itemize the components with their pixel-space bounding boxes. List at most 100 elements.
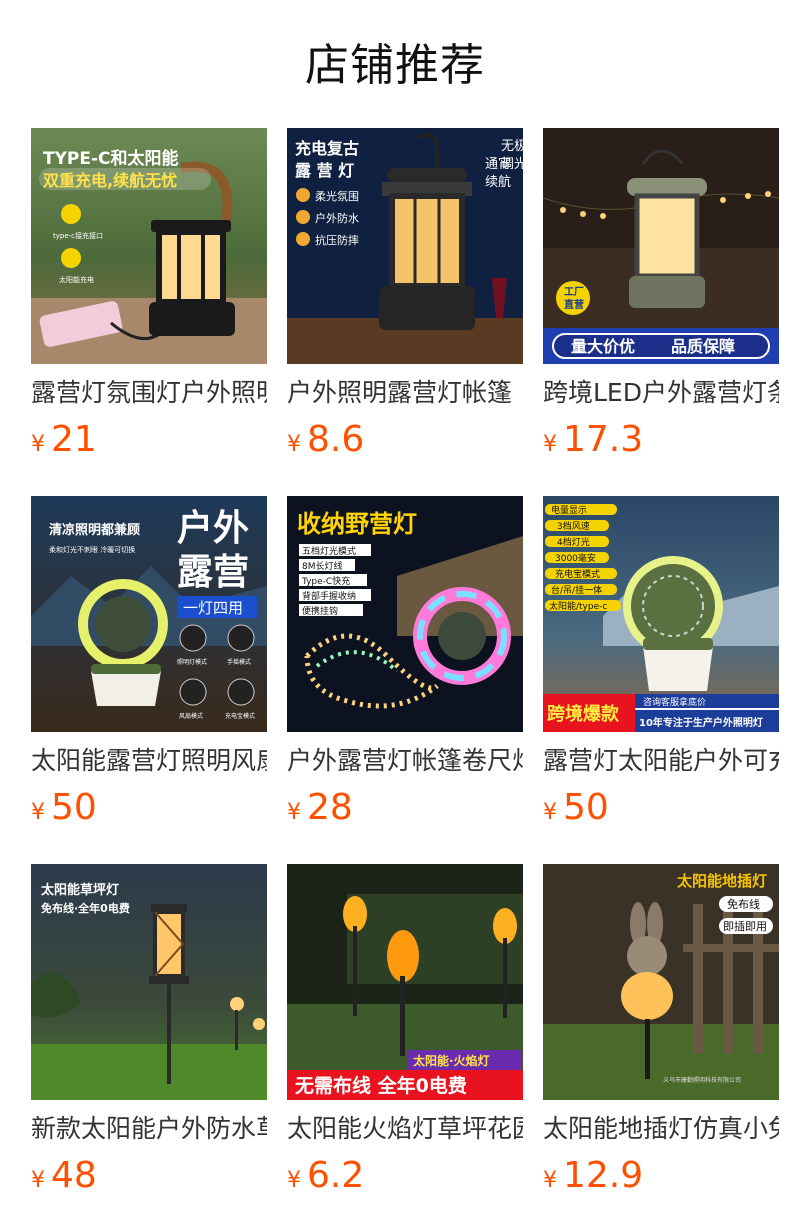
product-title[interactable]: 太阳能火焰灯草坪花园 <box>287 1112 523 1146</box>
image-text: 跨境爆款 <box>547 703 620 725</box>
image-text: Type-C快充 <box>301 575 350 587</box>
product-price: ¥50 <box>543 786 609 830</box>
product-card[interactable]: 太阳能草坪灯 免布线·全年0电费 新款太阳能户外防水草坪灯 ¥48 <box>31 864 267 1232</box>
product-title[interactable]: 跨境LED户外露营灯条 <box>543 376 779 410</box>
image-text: 10年专注于生产户外照明灯 <box>639 716 763 729</box>
image-text: 即插即用 <box>723 919 767 933</box>
image-text: 通宵 <box>485 156 511 172</box>
image-text: 手摇模式 <box>227 658 251 666</box>
product-title[interactable]: 太阳能地插灯仿真小兔子 <box>543 1112 779 1146</box>
currency-symbol: ¥ <box>543 432 557 457</box>
product-title[interactable]: 露营灯氛围灯户外照明 <box>31 376 267 410</box>
product-card[interactable]: 电量显示 3档风速 4档灯光 3000毫安 充电宝模式 台/吊/挂一体 太阳能/… <box>543 496 779 864</box>
product-title[interactable]: 新款太阳能户外防水草坪灯 <box>31 1112 267 1146</box>
product-image[interactable]: 太阳能草坪灯 免布线·全年0电费 <box>31 864 267 1100</box>
image-text: 充电复古 <box>295 139 359 158</box>
image-text: 柔光氛围 <box>315 189 359 203</box>
flame-light-image: 太阳能·火焰灯 无需布线 全年0电费 <box>287 864 523 1100</box>
image-text: 直营 <box>564 298 584 311</box>
image-text: 量大价优 <box>571 337 635 356</box>
rabbit-light-image: 太阳能地插灯 免布线 即插即用 义乌市康勤照明科技有限公司 <box>543 864 779 1100</box>
image-text: 太阳能·火焰灯 <box>413 1053 490 1068</box>
image-text: 户外 <box>177 508 249 549</box>
lantern-image: TYPE-C和太阳能 双重充电,续航无忧 type-c接充接口 太阳能充电 <box>31 128 267 364</box>
product-card[interactable]: 太阳能·火焰灯 无需布线 全年0电费 太阳能火焰灯草坪花园 ¥6.2 <box>287 864 523 1232</box>
product-title[interactable]: 户外照明露营灯帐篷 <box>287 376 523 410</box>
product-title[interactable]: 露营灯太阳能户外可充电 <box>543 744 779 778</box>
currency-symbol: ¥ <box>287 800 301 825</box>
image-text: type-c接充接口 <box>53 231 103 240</box>
price-value: 6.2 <box>307 1155 365 1196</box>
currency-symbol: ¥ <box>287 432 301 457</box>
image-text: 一灯四用 <box>183 599 243 617</box>
image-text: 续航 <box>485 174 511 190</box>
price-value: 21 <box>51 419 97 460</box>
product-image[interactable]: 收纳野营灯 五档灯光模式 8M长灯线 Type-C快充 背部手握收纳 便携挂钩 <box>287 496 523 732</box>
image-text: 太阳能地插灯 <box>677 872 767 890</box>
product-image[interactable]: 工厂 直营 量大价优 品质保障 <box>543 128 779 364</box>
image-text: 太阳能草坪灯 <box>40 882 119 898</box>
image-text: 充电宝模式 <box>555 568 600 580</box>
image-text: 双重充电,续航无忧 <box>43 171 177 190</box>
product-card[interactable]: 充电复古 露 营 灯 无极 调光 通宵 续航 柔光氛围 户外防水 抗压防摔 户外… <box>287 128 523 496</box>
price-value: 50 <box>51 787 97 828</box>
product-image[interactable]: 电量显示 3档风速 4档灯光 3000毫安 充电宝模式 台/吊/挂一体 太阳能/… <box>543 496 779 732</box>
price-value: 12.9 <box>563 1155 644 1196</box>
product-price: ¥8.6 <box>287 418 364 462</box>
image-text: 工厂 <box>564 286 584 298</box>
product-image[interactable]: 太阳能地插灯 免布线 即插即用 义乌市康勤照明科技有限公司 <box>543 864 779 1100</box>
image-text: 充电宝模式 <box>225 712 255 720</box>
image-text: TYPE-C和太阳能 <box>43 148 179 169</box>
fan-lamp-image: 清凉照明都兼顾 柔和灯光不刺眼 冷暖可切换 户外 露营 一灯四用 照明灯模式 手… <box>31 496 267 732</box>
product-title[interactable]: 户外露营灯帐篷卷尺灯 <box>287 744 523 778</box>
image-text: 露 营 灯 <box>295 161 354 180</box>
price-value: 17.3 <box>563 419 644 460</box>
image-text: 抗压防摔 <box>315 233 359 247</box>
image-text: 柔和灯光不刺眼 冷暖可切换 <box>49 545 135 554</box>
currency-symbol: ¥ <box>287 1168 301 1193</box>
image-text: 义乌市康勤照明科技有限公司 <box>663 1076 741 1084</box>
shop-recommendation-page: 店铺推荐 TYPE-C和太阳能 双重充电,续航无忧 type-c接充接口 太阳能… <box>0 0 790 1232</box>
image-text: 免布线 <box>727 897 760 911</box>
price-value: 50 <box>563 787 609 828</box>
image-text: 便携挂钩 <box>302 605 338 617</box>
image-text: 背部手握收纳 <box>302 590 356 602</box>
image-text: 风扇模式 <box>179 712 203 720</box>
lantern-image: 充电复古 露 营 灯 无极 调光 通宵 续航 柔光氛围 户外防水 抗压防摔 <box>287 128 523 364</box>
image-text: 太阳能/type-c <box>549 600 607 612</box>
image-text: 8M长灯线 <box>302 560 343 572</box>
image-text: 露营 <box>177 552 249 593</box>
image-text: 照明灯模式 <box>177 658 207 666</box>
string-light-image: 收纳野营灯 五档灯光模式 8M长灯线 Type-C快充 背部手握收纳 便携挂钩 <box>287 496 523 732</box>
product-card[interactable]: 工厂 直营 量大价优 品质保障 跨境LED户外露营灯条 ¥17.3 <box>543 128 779 496</box>
product-card[interactable]: 清凉照明都兼顾 柔和灯光不刺眼 冷暖可切换 户外 露营 一灯四用 照明灯模式 手… <box>31 496 267 864</box>
image-text: 3000毫安 <box>555 552 596 564</box>
image-text: 无极 <box>501 139 523 154</box>
price-value: 48 <box>51 1155 97 1196</box>
product-price: ¥6.2 <box>287 1154 364 1198</box>
product-card[interactable]: 太阳能地插灯 免布线 即插即用 义乌市康勤照明科技有限公司 太阳能地插灯仿真小兔… <box>543 864 779 1232</box>
product-card[interactable]: 收纳野营灯 五档灯光模式 8M长灯线 Type-C快充 背部手握收纳 便携挂钩 … <box>287 496 523 864</box>
lantern-image: 工厂 直营 量大价优 品质保障 <box>543 128 779 364</box>
image-text: 免布线·全年0电费 <box>41 901 130 915</box>
image-text: 品质保障 <box>671 337 735 356</box>
currency-symbol: ¥ <box>31 1168 45 1193</box>
image-text: 户外防水 <box>315 211 359 225</box>
product-grid: TYPE-C和太阳能 双重充电,续航无忧 type-c接充接口 太阳能充电 露营… <box>31 128 790 1232</box>
price-value: 8.6 <box>307 419 365 460</box>
product-price: ¥48 <box>31 1154 97 1198</box>
currency-symbol: ¥ <box>543 1168 557 1193</box>
image-text: 4档灯光 <box>557 536 590 548</box>
product-price: ¥12.9 <box>543 1154 643 1198</box>
currency-symbol: ¥ <box>31 432 45 457</box>
product-image[interactable]: 充电复古 露 营 灯 无极 调光 通宵 续航 柔光氛围 户外防水 抗压防摔 <box>287 128 523 364</box>
product-image[interactable]: 太阳能·火焰灯 无需布线 全年0电费 <box>287 864 523 1100</box>
product-price: ¥50 <box>31 786 97 830</box>
product-card[interactable]: TYPE-C和太阳能 双重充电,续航无忧 type-c接充接口 太阳能充电 露营… <box>31 128 267 496</box>
product-price: ¥28 <box>287 786 353 830</box>
currency-symbol: ¥ <box>31 800 45 825</box>
product-image[interactable]: TYPE-C和太阳能 双重充电,续航无忧 type-c接充接口 太阳能充电 <box>31 128 267 364</box>
product-title[interactable]: 太阳能露营灯照明风扇 <box>31 744 267 778</box>
image-text: 台/吊/挂一体 <box>551 584 602 596</box>
product-image[interactable]: 清凉照明都兼顾 柔和灯光不刺眼 冷暖可切换 户外 露营 一灯四用 照明灯模式 手… <box>31 496 267 732</box>
